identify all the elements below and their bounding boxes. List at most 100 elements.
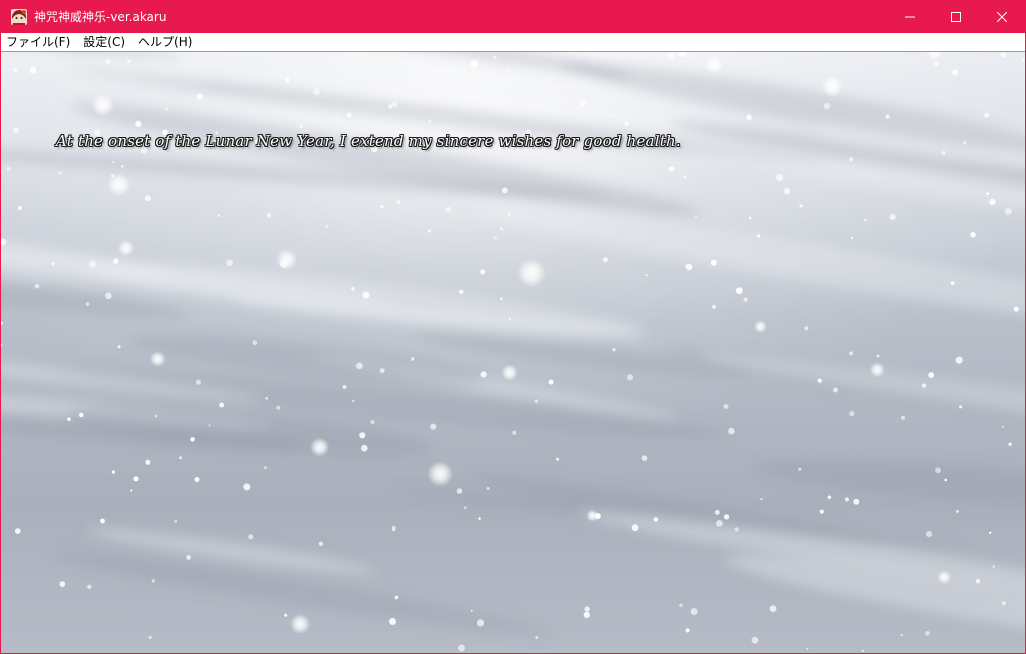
snowflake (728, 427, 735, 435)
menu-file[interactable]: ファイル(F) (1, 34, 76, 50)
snowflake (683, 175, 686, 179)
snowflake (379, 368, 385, 373)
snowflake (757, 234, 761, 238)
snowflake (130, 489, 133, 492)
snowflake (975, 578, 981, 584)
close-icon (997, 12, 1007, 22)
snowflake (653, 517, 659, 522)
snowflake (631, 524, 639, 532)
snowflake (111, 470, 116, 474)
snowflake (284, 613, 288, 617)
snowflake (145, 459, 151, 465)
snowflake (626, 374, 634, 381)
snowflake (388, 104, 393, 109)
snowflake (516, 258, 547, 288)
snowflake (486, 487, 490, 490)
snowflake (734, 527, 739, 532)
snowflake (944, 478, 947, 482)
snowflake (535, 636, 539, 639)
snowflake (478, 517, 481, 520)
snowflake (13, 127, 19, 134)
snowflake (121, 165, 124, 168)
snowflake (963, 141, 967, 145)
snowflake (359, 432, 366, 439)
snowflake (356, 362, 363, 370)
menu-help[interactable]: ヘルプ(H) (133, 34, 198, 50)
snowflake (1001, 425, 1004, 428)
snowflake (833, 387, 838, 393)
snowflake (299, 124, 303, 129)
snowflake (87, 584, 92, 589)
snowflake (13, 67, 18, 72)
snowflake (51, 262, 55, 266)
game-viewport[interactable]: At the onset of the Lunar New Year, I ex… (1, 52, 1025, 653)
menu-settings[interactable]: 設定(C) (78, 34, 131, 50)
snowflake (380, 204, 384, 209)
snowflake (959, 405, 963, 409)
snowflake (586, 509, 599, 522)
snowflake (336, 118, 340, 122)
snowflake (362, 291, 370, 299)
snowflake (494, 236, 497, 240)
snowflake (941, 150, 946, 156)
snowflake (493, 56, 497, 60)
game-window: 神咒神威神乐-ver.akaru ファイル(F) 設定(C) ヘルプ(H) At… (0, 0, 1026, 654)
snowflake (196, 93, 203, 100)
snowflake (746, 114, 752, 120)
snowflake (113, 258, 119, 264)
snowflake (512, 430, 517, 435)
snowflake (612, 114, 615, 117)
snowflake (275, 248, 298, 271)
maximize-button[interactable] (933, 1, 979, 33)
close-button[interactable] (979, 1, 1025, 33)
snowflake (470, 60, 478, 68)
snowflake (889, 213, 896, 220)
snowflake (508, 317, 511, 320)
snowflake (456, 488, 463, 494)
snowflake (194, 477, 200, 482)
window-title: 神咒神威神乐-ver.akaru (34, 10, 167, 24)
snowflake (901, 415, 906, 420)
snowflake (705, 55, 724, 74)
snowflake (928, 372, 935, 378)
snowflake (716, 520, 723, 527)
snowflake (827, 495, 832, 499)
snowflake (952, 69, 958, 76)
snowflake (955, 356, 963, 364)
snowflake (668, 166, 675, 172)
snowflake (823, 102, 831, 110)
snowflake (264, 466, 267, 470)
title-bar[interactable]: 神咒神威神乐-ver.akaru (1, 1, 1025, 33)
game-character-icon (11, 9, 27, 25)
snowflake (821, 75, 843, 98)
snowflake (641, 455, 648, 461)
snowflake (458, 644, 465, 652)
snowflake (584, 606, 590, 612)
menu-bar: ファイル(F) 設定(C) ヘルプ(H) (1, 33, 1025, 52)
snowflake (970, 232, 976, 238)
snowflake (427, 460, 454, 487)
snowflake (58, 171, 62, 175)
snowflake (392, 528, 395, 532)
snowflake (179, 456, 183, 460)
snowflake (798, 467, 802, 471)
snowflake (804, 326, 809, 331)
snowflake (769, 605, 777, 612)
snowflake (217, 214, 220, 217)
snowflake (925, 631, 930, 636)
snowflake (712, 304, 716, 309)
minimize-button[interactable] (887, 1, 933, 33)
snowflake (186, 555, 192, 560)
snowflake (926, 531, 933, 538)
snowflake (361, 444, 368, 452)
snowflake (14, 528, 21, 534)
snowflake (133, 476, 139, 482)
snowflake (869, 362, 885, 378)
snowflake (117, 345, 121, 349)
snowflake (743, 297, 748, 302)
snowflake (937, 570, 952, 585)
snowflake (501, 364, 518, 381)
snowflake (1008, 442, 1012, 446)
snowflake (1001, 601, 1006, 606)
snowflake (391, 101, 398, 107)
